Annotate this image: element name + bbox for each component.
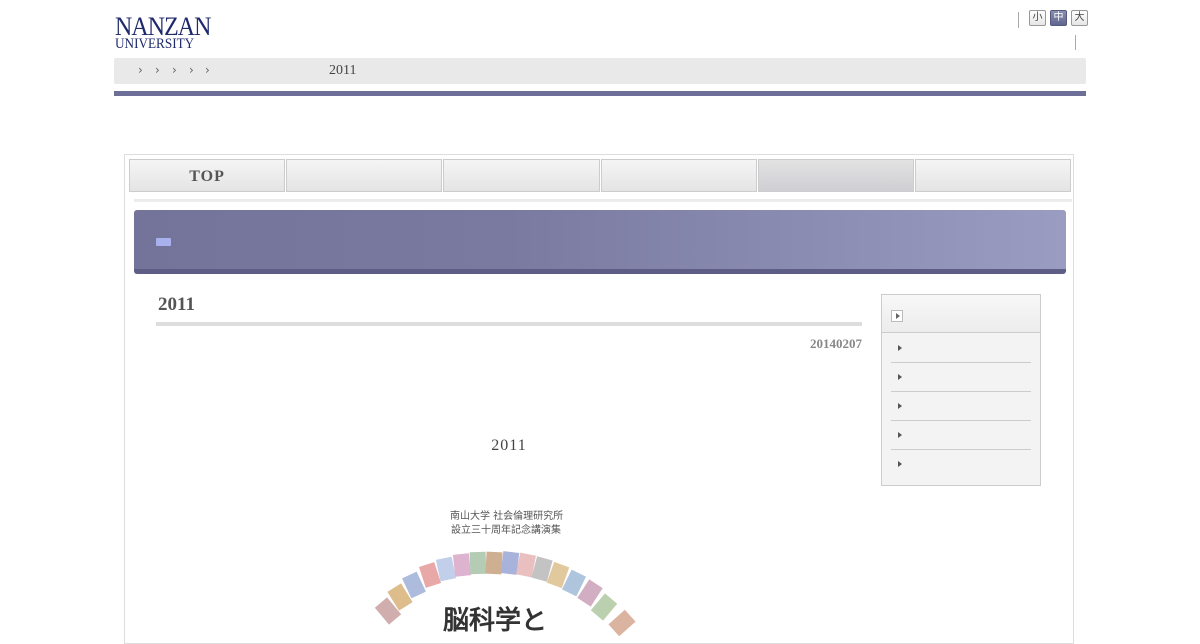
triangle-right-icon [898, 461, 902, 467]
triangle-right-icon [898, 345, 902, 351]
nanzan-university-logo[interactable]: NANZAN UNIVERSITY [115, 14, 211, 54]
page-title: 2011 [158, 294, 195, 315]
section-banner [134, 210, 1066, 274]
nav-tab[interactable] [286, 159, 443, 192]
play-icon [891, 310, 903, 322]
sidebar-menu [881, 294, 1041, 486]
chevron-right-icon: › [189, 63, 194, 77]
nav-tab[interactable] [914, 159, 1072, 192]
font-size-medium-button[interactable]: 中 [1050, 10, 1067, 26]
triangle-right-icon [898, 403, 902, 409]
logo-subtitle: UNIVERSITY [115, 36, 195, 52]
nav-tab-active[interactable] [757, 159, 914, 192]
breadcrumb: › › › › › 2011 [114, 58, 1086, 84]
book-cover-line2: 設立三十周年記念講演集 [451, 525, 561, 536]
triangle-right-icon [898, 374, 902, 380]
sidebar-item[interactable] [891, 450, 1031, 478]
sidebar-item[interactable] [891, 392, 1031, 421]
publish-date: 20140207 [810, 336, 862, 351]
sidebar-header[interactable] [882, 295, 1040, 333]
font-size-switcher: 小 中 大 [1029, 10, 1088, 26]
sidebar-item[interactable] [891, 334, 1031, 363]
title-underline [156, 322, 862, 326]
nav-tab-top[interactable]: TOP [129, 159, 286, 192]
nav-tab[interactable] [600, 159, 757, 192]
chevron-right-icon: › [138, 63, 143, 77]
chevron-right-icon: › [155, 63, 160, 77]
chevron-right-icon: › [172, 63, 177, 77]
header-divider [1018, 12, 1019, 28]
sidebar-item[interactable] [891, 421, 1031, 450]
book-cover-title: 脳科学と [443, 606, 548, 636]
nav-tab[interactable] [443, 159, 600, 192]
global-nav: TOP [129, 159, 1072, 192]
book-cover-line1: 南山大学 社会倫理研究所 [450, 511, 564, 522]
header-divider [1075, 35, 1076, 50]
nav-divider [134, 199, 1072, 202]
triangle-right-icon [898, 432, 902, 438]
header-accent-bar [114, 91, 1086, 96]
banner-marker [156, 238, 171, 246]
font-size-large-button[interactable]: 大 [1071, 10, 1088, 26]
book-cover-image: 南山大学 社会倫理研究所 設立三十周年記念講演集 脳科学と [370, 500, 650, 640]
chevron-right-icon: › [205, 63, 210, 77]
breadcrumb-current: 2011 [329, 63, 357, 78]
article-year-text: 2011 [491, 437, 527, 454]
sidebar-item[interactable] [891, 363, 1031, 392]
font-size-small-button[interactable]: 小 [1029, 10, 1046, 26]
